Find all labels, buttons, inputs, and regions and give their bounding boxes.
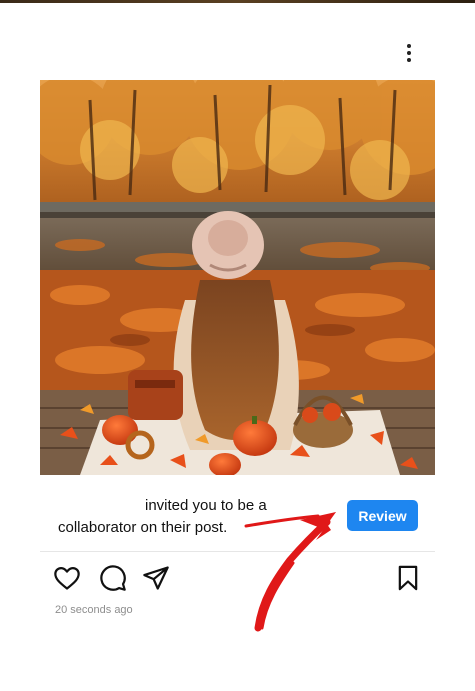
divider — [40, 551, 435, 552]
more-dot — [407, 51, 411, 55]
bookmark-icon[interactable] — [394, 564, 422, 592]
post-image[interactable] — [40, 80, 435, 475]
more-dot — [407, 44, 411, 48]
autumn-photo — [40, 80, 435, 475]
more-options-icon[interactable] — [396, 40, 422, 66]
invite-message: invited you to be a collaborator on thei… — [50, 495, 320, 539]
invite-line-2: collaborator on their post. — [58, 519, 228, 536]
heart-icon[interactable] — [53, 564, 81, 592]
post-timestamp: 20 seconds ago — [55, 604, 133, 616]
review-button[interactable]: Review — [347, 500, 418, 531]
comment-bubble-icon[interactable] — [99, 564, 127, 592]
invite-line-1: invited you to be a — [145, 497, 267, 514]
send-icon[interactable] — [142, 564, 170, 592]
top-edge-strip — [0, 0, 475, 3]
more-dot — [407, 58, 411, 62]
